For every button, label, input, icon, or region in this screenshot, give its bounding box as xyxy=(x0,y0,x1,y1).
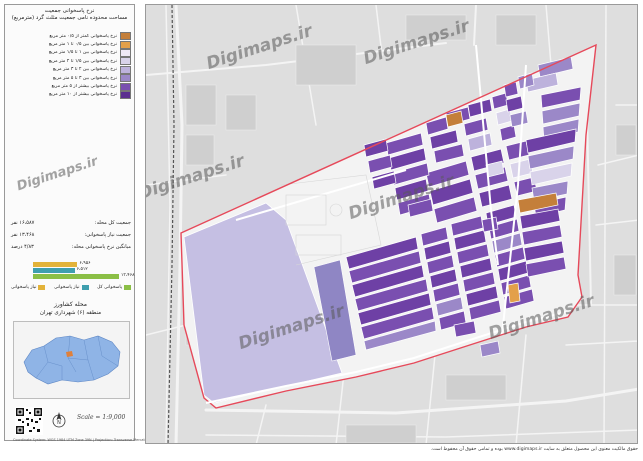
legend-class-item: نرخ پاسخوانی بیشتر از ۱۰ متر مربع xyxy=(11,90,131,99)
population-bar xyxy=(33,262,78,267)
legend-class-item: نرخ پاسخوانی بیشتر از ۵ متر مربع xyxy=(11,82,131,91)
legend-class-item: نرخ پاسخوانی بین ۳ تا ۵ متر مربع xyxy=(11,74,131,83)
legend-swatch xyxy=(120,82,131,91)
population-bar-label: ۶،۹۵۶ xyxy=(79,261,91,266)
coordinate-note: Coordinate System: WGS 1984 UTM Zone 39N… xyxy=(13,438,149,442)
svg-text:N: N xyxy=(57,420,61,426)
tehran-outline xyxy=(23,335,121,385)
legend-swatch xyxy=(120,57,131,66)
stat-row: جمعیت نیاز پاسخوانی: ۱۳،۴۶۸ نفر xyxy=(11,232,131,238)
stats-block: جمعیت کل محله: ۱۶،۵۸۷ نفر جمعیت نیاز پاسخ… xyxy=(11,217,131,253)
stat-row: جمعیت کل محله: ۱۶،۵۸۷ نفر xyxy=(11,220,131,226)
legend-swatch xyxy=(120,48,131,57)
zone-name: منطقه (۶) شهرداری تهران xyxy=(39,310,102,316)
population-bar xyxy=(33,274,119,279)
legend-class-item: نرخ پاسخوانی بین ۲ تا ۳ متر مربع xyxy=(11,65,131,74)
population-bars: ۶،۹۵۶ ۶،۵۱۲ ۱۳،۴۶۸ xyxy=(33,261,135,280)
bar-legend-item: پاسخوانی کل xyxy=(97,285,131,290)
legend-class-item: نرخ پاسخوانی بین ۰/۵ تا ۱ متر مربع xyxy=(11,40,131,49)
copyright-footer: حقوق مالکیت معنوی این محصول متعلق به سای… xyxy=(430,447,638,452)
legend-title: نرخ پاسخوانی جمعیت xyxy=(44,8,95,14)
bar-legend-item: نیاز پاسخوانی xyxy=(11,285,46,290)
stat-row: میانگین نرخ پاسخوانی محله: ۴/۸۳ درصد xyxy=(11,244,131,250)
legend-swatch xyxy=(81,285,89,290)
legend-class-item: نرخ پاسخوانی بین ۱ تا ۱/۵ متر مربع xyxy=(11,48,131,57)
legend-swatch xyxy=(120,90,131,99)
legend-swatch xyxy=(120,32,131,41)
scale-label: Scale = 1:9,000 xyxy=(77,414,126,421)
legend-subtitle: مساحت محدوده نامی جمعیت مثلث گرد (مترمرب… xyxy=(11,15,128,21)
legend-swatch xyxy=(120,40,131,49)
legend-class-item: نرخ پاسخوانی کمتر از ۰/۵ متر مربع xyxy=(11,32,131,41)
population-bar-label: ۶،۵۱۲ xyxy=(76,267,88,272)
population-bar xyxy=(33,268,75,273)
bar-legend-item: نیاز پاسخوانی xyxy=(54,285,89,290)
legend-swatch xyxy=(38,285,46,290)
neighborhood-name: محله کشاورز xyxy=(54,301,87,308)
neighborhood-marker xyxy=(66,351,73,357)
legend-swatch xyxy=(120,74,131,83)
qr-code-icon xyxy=(15,407,43,435)
locator-inset-map xyxy=(13,321,130,399)
legend-panel: نرخ پاسخوانی جمعیت مساحت محدوده نامی جمع… xyxy=(4,4,148,442)
north-arrow-icon: N xyxy=(52,412,66,428)
legend-class-item: نرخ پاسخوانی بین ۱/۵ تا ۲ متر مربع xyxy=(11,57,131,66)
legend-swatch xyxy=(120,65,131,74)
population-bar-label: ۱۳،۴۶۸ xyxy=(121,273,135,278)
bar-legend: پاسخوانی کل نیاز پاسخوانی نیاز پاسخوانی xyxy=(11,285,131,290)
watermark: Digimaps.ir xyxy=(15,153,100,195)
map-frame[interactable]: Digimaps.ir Digimaps.ir Digimaps.ir Digi… xyxy=(145,4,638,444)
legend-swatch xyxy=(124,285,131,290)
legend-class-list: نرخ پاسخوانی کمتر از ۰/۵ متر مربع نرخ پا… xyxy=(11,32,131,99)
